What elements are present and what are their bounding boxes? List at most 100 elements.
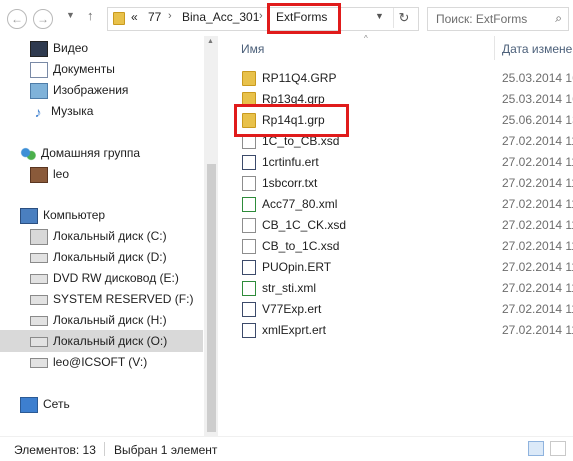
file-row[interactable]: CB_1C_CK.xsd 27.02.2014 11 bbox=[238, 215, 573, 236]
music-icon: ♪ bbox=[34, 103, 42, 120]
sidebar-item-drive-o[interactable]: Локальный диск (O:) bbox=[30, 331, 167, 352]
ert-file-icon bbox=[242, 302, 256, 317]
file-date: 27.02.2014 11 bbox=[502, 197, 573, 211]
file-date: 27.02.2014 11 bbox=[502, 239, 573, 253]
sidebar-item-computer[interactable]: Компьютер bbox=[20, 205, 105, 226]
file-name: str_sti.xml bbox=[262, 281, 316, 295]
forward-button[interactable]: → bbox=[33, 9, 53, 29]
address-dropdown-icon[interactable]: ▼ bbox=[375, 11, 384, 21]
file-row[interactable]: 1crtinfu.ert 27.02.2014 11 bbox=[238, 152, 573, 173]
drive-icon bbox=[30, 315, 48, 326]
file-date: 27.02.2014 11 bbox=[502, 176, 573, 190]
file-row[interactable]: CB_to_1C.xsd 27.02.2014 11 bbox=[238, 236, 573, 257]
computer-icon bbox=[20, 207, 38, 224]
file-name: 1sbcorr.txt bbox=[262, 176, 318, 190]
sidebar-item-user-leo[interactable]: leo bbox=[30, 164, 69, 185]
ert-file-icon bbox=[242, 323, 256, 338]
video-icon bbox=[30, 40, 48, 57]
details-view-icon[interactable] bbox=[528, 441, 544, 456]
ert-file-icon bbox=[242, 155, 256, 170]
file-date: 27.02.2014 11 bbox=[502, 134, 573, 148]
sidebar-item-music[interactable]: ♪ Музыка bbox=[30, 101, 94, 122]
file-date: 27.02.2014 11 bbox=[502, 155, 573, 169]
file-name: Acc77_80.xml bbox=[262, 197, 338, 211]
sidebar-item-network-drive-v[interactable]: leo@ICSOFT (V:) bbox=[30, 352, 147, 373]
breadcrumb-item-bina[interactable]: Bina_Acc_301 bbox=[182, 10, 259, 24]
file-date: 27.02.2014 11 bbox=[502, 302, 573, 316]
file-date: 25.03.2014 16 bbox=[502, 71, 573, 85]
file-date: 25.06.2014 13 bbox=[502, 113, 573, 127]
breadcrumb-item-extforms[interactable]: ExtForms bbox=[276, 10, 327, 24]
sidebar-item-drive-d[interactable]: Локальный диск (D:) bbox=[30, 247, 167, 268]
breadcrumb-separator-icon[interactable]: › bbox=[168, 10, 172, 22]
file-name: CB_1C_CK.xsd bbox=[262, 218, 347, 232]
file-row[interactable]: 1sbcorr.txt 27.02.2014 11 bbox=[238, 173, 573, 194]
address-toolbar: ← → ▼ ↑ « 77 › Bina_Acc_301 › ExtForms ▼… bbox=[0, 0, 573, 36]
sidebar-scrollbar-thumb[interactable] bbox=[207, 164, 216, 432]
highlight-box-selected-file bbox=[234, 104, 349, 137]
windows-drive-icon bbox=[30, 228, 48, 245]
sidebar-scrollbar[interactable]: ▲ bbox=[204, 36, 218, 436]
search-placeholder: Поиск: ExtForms bbox=[436, 12, 528, 26]
ert-file-icon bbox=[242, 260, 256, 275]
documents-icon bbox=[30, 61, 48, 78]
breadcrumb-item-77[interactable]: 77 bbox=[148, 10, 161, 24]
network-icon bbox=[20, 396, 38, 413]
network-drive-icon bbox=[30, 357, 48, 368]
file-date: 27.02.2014 11 bbox=[502, 218, 573, 232]
breadcrumb-overflow[interactable]: « bbox=[131, 10, 138, 24]
file-date: 27.02.2014 11 bbox=[502, 323, 573, 337]
selection-count: Выбран 1 элемент bbox=[114, 443, 218, 457]
sidebar-item-pictures[interactable]: Изображения bbox=[30, 80, 128, 101]
sidebar-item-drive-h[interactable]: Локальный диск (H:) bbox=[30, 310, 167, 331]
up-button[interactable]: ↑ bbox=[87, 8, 94, 23]
column-header-date[interactable]: Дата изменен bbox=[502, 42, 573, 56]
scroll-up-icon[interactable]: ▲ bbox=[207, 38, 214, 45]
item-count: Элементов: 13 bbox=[14, 443, 96, 457]
sidebar-item-network[interactable]: Сеть bbox=[20, 394, 70, 415]
column-divider[interactable] bbox=[494, 36, 495, 60]
file-name: RP11Q4.GRP bbox=[262, 71, 337, 85]
file-name: xmlExprt.ert bbox=[262, 323, 327, 337]
large-icons-view-icon[interactable] bbox=[550, 441, 566, 456]
file-name: PUOpin.ERT bbox=[262, 260, 332, 274]
dvd-drive-icon bbox=[30, 273, 48, 284]
file-row[interactable]: RP11Q4.GRP 25.03.2014 16 bbox=[238, 68, 573, 89]
file-row[interactable]: PUOpin.ERT 27.02.2014 11 bbox=[238, 257, 573, 278]
sidebar-item-drive-f[interactable]: SYSTEM RESERVED (F:) bbox=[30, 289, 193, 310]
sidebar-item-video[interactable]: Видео bbox=[30, 38, 88, 59]
text-file-icon bbox=[242, 176, 256, 191]
sort-ascending-icon: ^ bbox=[364, 34, 368, 43]
drive-icon bbox=[30, 336, 48, 347]
search-icon[interactable]: ⌕ bbox=[555, 11, 562, 26]
user-avatar-icon bbox=[30, 166, 48, 183]
navigation-pane: Видео Документы Изображения ♪ Музыка Дома… bbox=[0, 36, 218, 436]
file-name: CB_to_1C.xsd bbox=[262, 239, 340, 253]
document-icon bbox=[242, 218, 256, 233]
status-bar: Элементов: 13 Выбран 1 элемент bbox=[0, 436, 573, 461]
column-header-name[interactable]: Имя bbox=[241, 42, 264, 56]
folder-icon bbox=[113, 12, 125, 25]
drive-icon bbox=[30, 252, 48, 263]
search-input[interactable]: Поиск: ExtForms ⌕ bbox=[427, 7, 569, 31]
file-name: 1crtinfu.ert bbox=[262, 155, 319, 169]
file-date: 27.02.2014 11 bbox=[502, 281, 573, 295]
file-row[interactable]: str_sti.xml 27.02.2014 11 bbox=[238, 278, 573, 299]
file-row[interactable]: V77Exp.ert 27.02.2014 11 bbox=[238, 299, 573, 320]
sidebar-item-homegroup[interactable]: Домашняя группа bbox=[20, 143, 140, 164]
file-row[interactable]: Acc77_80.xml 27.02.2014 11 bbox=[238, 194, 573, 215]
file-row[interactable]: xmlExprt.ert 27.02.2014 11 bbox=[238, 320, 573, 341]
sidebar-item-dvd-e[interactable]: DVD RW дисковод (E:) bbox=[30, 268, 179, 289]
sidebar-item-documents[interactable]: Документы bbox=[30, 59, 115, 80]
history-dropdown-icon[interactable]: ▼ bbox=[66, 10, 75, 20]
homegroup-icon bbox=[20, 146, 36, 161]
status-divider bbox=[104, 442, 105, 456]
sidebar-item-drive-c[interactable]: Локальный диск (C:) bbox=[30, 226, 167, 247]
refresh-icon[interactable]: ↻ bbox=[393, 8, 414, 28]
breadcrumb-separator-icon[interactable]: › bbox=[259, 10, 263, 22]
xml-file-icon bbox=[242, 197, 256, 212]
file-date: 27.02.2014 11 bbox=[502, 260, 573, 274]
file-name: V77Exp.ert bbox=[262, 302, 322, 316]
folder-icon bbox=[242, 71, 256, 86]
back-button[interactable]: ← bbox=[7, 9, 27, 29]
